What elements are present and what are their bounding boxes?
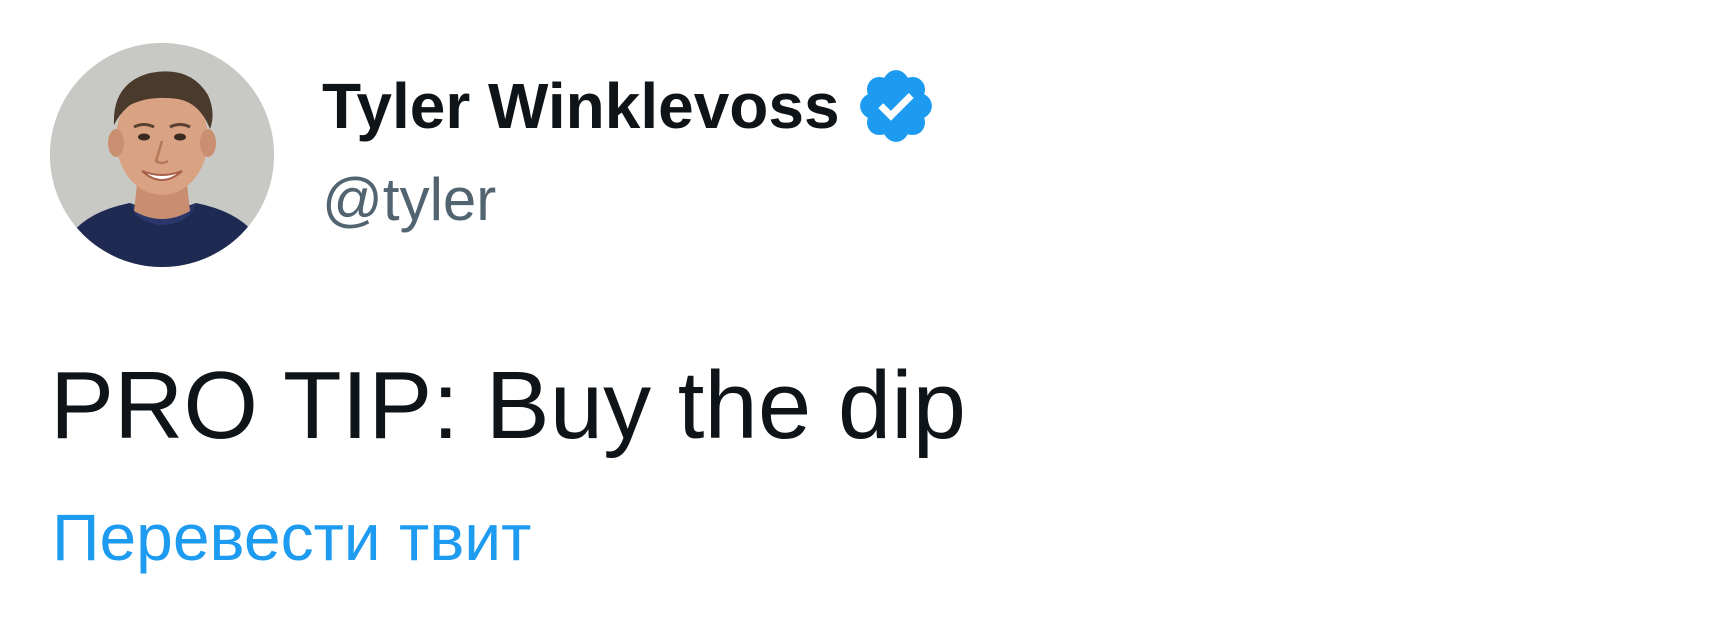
- verified-badge-icon: [854, 64, 938, 148]
- tweet-card: Tyler Winklevoss @tyler PRO TIP: Buy the…: [0, 0, 1714, 620]
- author-name-row: Tyler Winklevoss: [322, 66, 938, 146]
- translate-tweet-link[interactable]: Перевести твит: [52, 497, 531, 577]
- author-handle[interactable]: @tyler: [322, 162, 496, 238]
- author-display-name[interactable]: Tyler Winklevoss: [322, 66, 840, 146]
- profile-photo-icon: [50, 43, 274, 267]
- avatar[interactable]: [50, 43, 274, 267]
- tweet-text: PRO TIP: Buy the dip: [50, 352, 966, 459]
